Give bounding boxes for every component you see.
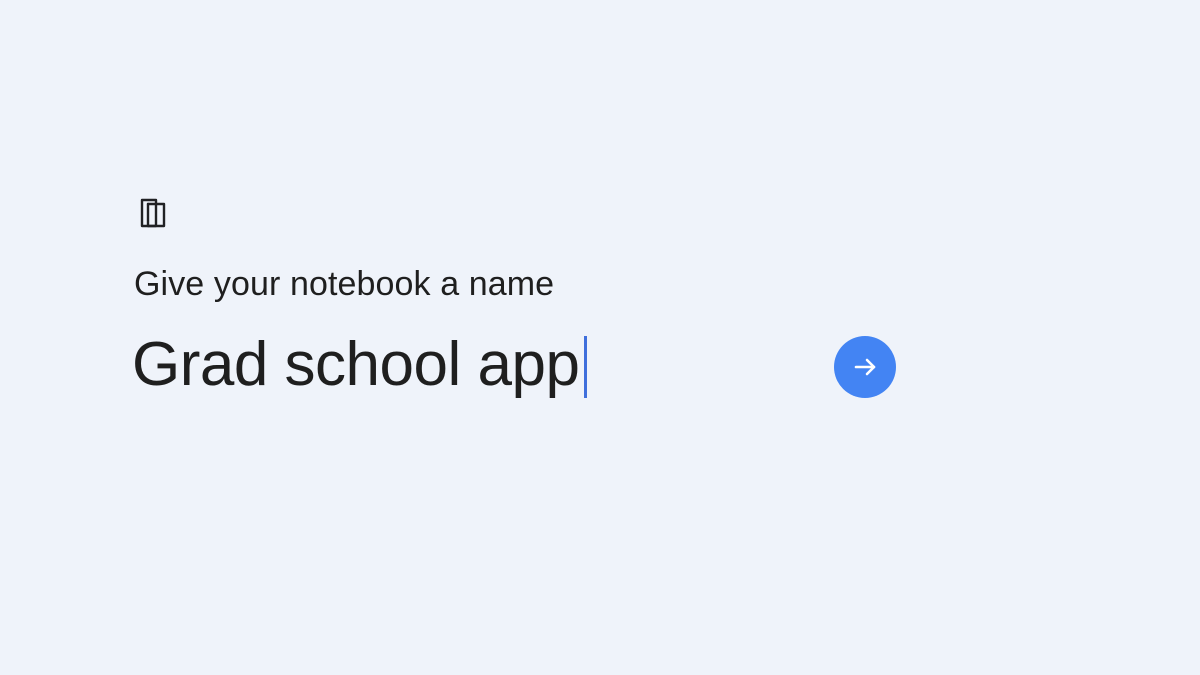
notebook-name-prompt: Give your notebook a name [134,265,555,303]
notebook-icon [138,196,168,230]
text-cursor [584,336,588,398]
notebook-name-value[interactable]: Grad school app [132,330,580,400]
notebook-name-input[interactable]: Grad school app [132,330,588,400]
submit-button[interactable] [834,336,896,398]
arrow-right-icon [849,351,881,383]
